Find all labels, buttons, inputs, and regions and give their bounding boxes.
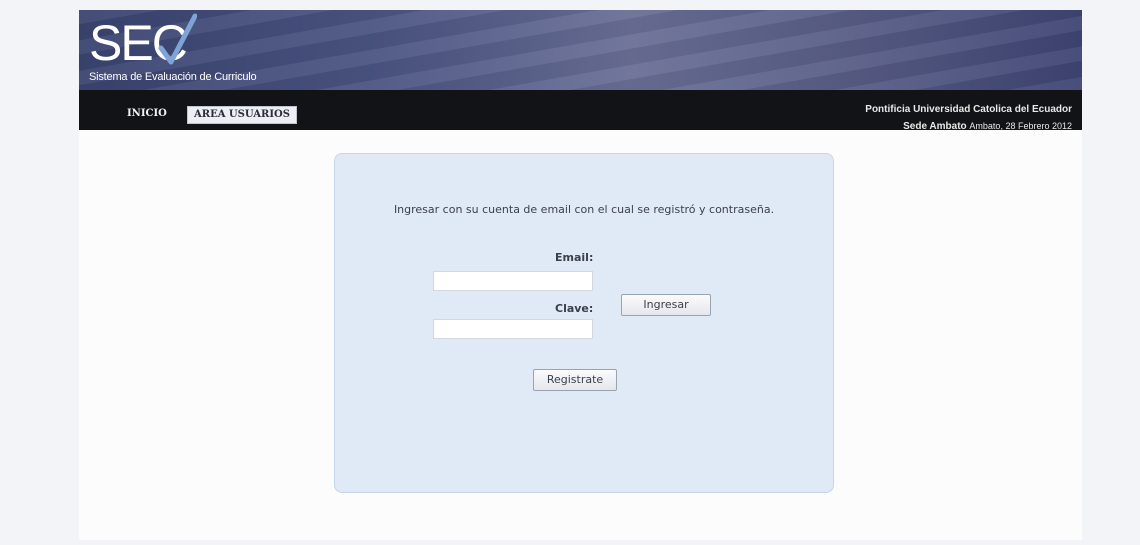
institution-name: Pontificia Universidad Catolica del Ecua…: [865, 104, 1072, 115]
nav-inicio[interactable]: INICIO: [121, 106, 173, 122]
email-label: Email:: [555, 251, 594, 264]
institution-info: Pontificia Universidad Catolica del Ecua…: [865, 102, 1072, 135]
page-container: SEC Sistema de Evaluación de Curriculo I…: [79, 10, 1082, 540]
current-date: Ambato, 28 Febrero 2012: [969, 121, 1072, 131]
campus-date-line: Sede Ambato Ambato, 28 Febrero 2012: [865, 118, 1072, 135]
ingresar-button[interactable]: Ingresar: [621, 294, 711, 316]
campus-name: Sede Ambato: [903, 121, 967, 132]
checkmark-icon: [158, 13, 197, 65]
logo-subtitle: Sistema de Evaluación de Curriculo: [89, 71, 257, 83]
header-banner: SEC Sistema de Evaluación de Curriculo: [79, 10, 1082, 90]
nav-area-usuarios[interactable]: AREA USUARIOS: [187, 106, 297, 124]
email-field[interactable]: [433, 271, 593, 291]
login-panel: Ingresar con su cuenta de email con el c…: [334, 153, 834, 493]
login-instructions: Ingresar con su cuenta de email con el c…: [393, 203, 775, 216]
password-field[interactable]: [433, 319, 593, 339]
clave-label: Clave:: [555, 302, 594, 315]
registrate-button[interactable]: Registrate: [533, 369, 617, 391]
